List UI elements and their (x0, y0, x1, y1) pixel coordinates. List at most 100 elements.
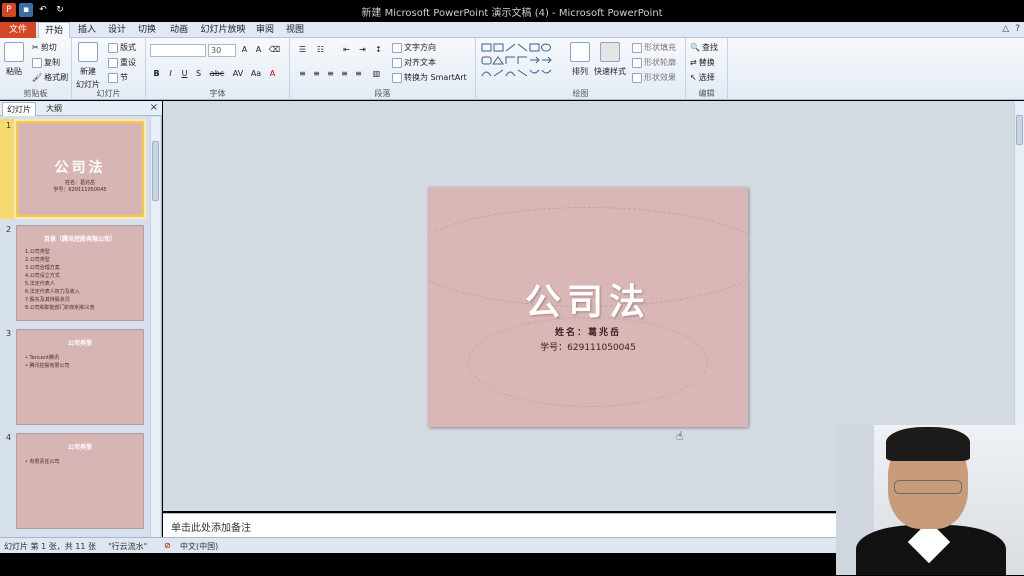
decrease-indent-icon[interactable]: ⇤ (340, 44, 353, 56)
find-button[interactable]: 🔍 查找 (690, 42, 718, 53)
font-size-combo[interactable]: 30 (208, 44, 236, 57)
tab-review[interactable]: 审阅 (252, 22, 278, 38)
clear-format-icon[interactable]: ⌫ (268, 44, 281, 56)
person-glasses (894, 480, 962, 494)
arrange-icon (570, 42, 590, 62)
slide-number: 4 (6, 433, 12, 442)
align-center-icon[interactable]: ≡ (310, 68, 323, 80)
thumb-line: 3.公司治理方案 (25, 265, 60, 271)
tab-design[interactable]: 设计 (104, 22, 130, 38)
slide-author-name[interactable]: 姓名：葛兆岳 (428, 325, 748, 338)
new-slide-button[interactable]: 新建 幻灯片 (76, 42, 100, 90)
group-drawing: 排列 快速样式 形状填充 形状轮廓 形状效果 绘图 (476, 38, 686, 100)
shape-outline-button[interactable]: 形状轮廓 (632, 57, 676, 68)
justify-icon[interactable]: ≡ (338, 68, 351, 80)
underline-button[interactable]: U (178, 68, 191, 80)
group-editing: 🔍 查找 ⇄ 替换 ↖ 选择 编辑 (686, 38, 728, 100)
quick-styles-button[interactable]: 快速样式 (594, 42, 626, 77)
tab-home[interactable]: 开始 (38, 22, 70, 39)
numbering-icon[interactable]: ☷ (314, 44, 327, 56)
align-text-button[interactable]: 对齐文本 (392, 57, 436, 68)
thumb-line: 5.法定代表人 (25, 281, 55, 287)
slide-thumbnail-4[interactable]: 4 公司类型 • 有限责任公司 (0, 431, 150, 531)
copy-button[interactable]: 复制 (32, 57, 60, 68)
bold-button[interactable]: B (150, 68, 163, 80)
paste-button[interactable]: 粘贴 (4, 42, 24, 77)
align-left-icon[interactable]: ≡ (296, 68, 309, 80)
status-bar: 幻灯片 第 1 张，共 11 张 "行云流水" ⊘ 中文(中国) (0, 537, 836, 553)
group-title: 段落 (374, 89, 391, 98)
shadow-button[interactable]: S (192, 68, 205, 80)
tab-outline-pane[interactable]: 大纲 (42, 102, 66, 116)
person-hair (886, 427, 970, 461)
thumb-line: • Tencent腾讯 (25, 355, 59, 361)
replace-button[interactable]: ⇄ 替换 (690, 57, 715, 68)
notes-pane[interactable]: 单击此处添加备注 (163, 513, 836, 537)
tab-insert[interactable]: 插入 (74, 22, 100, 38)
scrollbar-thumb[interactable] (152, 141, 159, 201)
font-name-combo[interactable] (150, 44, 206, 57)
tab-slides-pane[interactable]: 幻灯片 (2, 102, 36, 116)
shape-fill-button[interactable]: 形状填充 (632, 42, 676, 53)
strikethrough-button[interactable]: abc (208, 68, 226, 80)
slides-panel: 幻灯片 大纲 × 1 公司法 姓名：葛兆岳 学号：629111050045 2 … (0, 101, 162, 537)
tab-slideshow[interactable]: 幻灯片放映 (198, 22, 248, 38)
shrink-font-icon[interactable]: A (252, 44, 265, 56)
convert-smartart-button[interactable]: 转换为 SmartArt (392, 72, 467, 83)
align-right-icon[interactable]: ≡ (324, 68, 337, 80)
tab-view[interactable]: 视图 (282, 22, 308, 38)
slide-title[interactable]: 公司法 (428, 273, 748, 325)
help-icon[interactable]: ? (1015, 24, 1020, 34)
cut-button[interactable]: ✂ 剪切 (32, 42, 57, 53)
bullets-icon[interactable]: ☰ (296, 44, 309, 56)
binoculars-icon: 🔍 (690, 43, 700, 52)
columns-icon[interactable]: ▥ (370, 68, 383, 80)
italic-button[interactable]: I (164, 68, 177, 80)
thumb-line: 6.法定代表人权力及收入 (25, 289, 80, 295)
distribute-icon[interactable]: ≡ (352, 68, 365, 80)
reset-button[interactable]: 重设 (108, 57, 136, 68)
format-painter-button[interactable]: 🖌 格式刷 (32, 72, 68, 83)
increase-indent-icon[interactable]: ⇥ (356, 44, 369, 56)
select-icon: ↖ (690, 73, 697, 82)
grow-font-icon[interactable]: A (238, 44, 251, 56)
line-spacing-icon[interactable]: ↕ (372, 44, 385, 56)
shape-effects-button[interactable]: 形状效果 (632, 72, 676, 83)
section-icon (108, 72, 118, 83)
slide-student-id[interactable]: 学号：629111050045 (428, 340, 748, 353)
thumb-line: 8.公司和职能部门的权利和义务 (25, 305, 95, 311)
slide-thumbnail-3[interactable]: 3 公司类型 • Tencent腾讯 • 腾讯控股有限公司 (0, 327, 150, 427)
current-slide[interactable]: 公司法 姓名：葛兆岳 学号：629111050045 (428, 187, 748, 427)
change-case-button[interactable]: Aa (248, 68, 264, 80)
group-clipboard: 粘贴 ✂ 剪切 复制 🖌 格式刷 剪贴板 (0, 38, 72, 100)
font-color-button[interactable]: A (266, 68, 279, 80)
theme-name: "行云流水" (108, 542, 148, 551)
thumb-line: 4.公司设立方式 (25, 273, 60, 279)
shapes-gallery[interactable] (480, 42, 564, 82)
slide-thumbnail-2[interactable]: 2 目录（腾讯控股有限公司） 1.公司类型 2.公司类型 3.公司治理方案 4.… (0, 223, 150, 323)
hand-cursor-icon: ☝ (676, 429, 684, 443)
select-button[interactable]: ↖ 选择 (690, 72, 715, 83)
scrollbar-thumb[interactable] (1016, 115, 1023, 145)
thumb-line: • 有限责任公司 (25, 459, 60, 465)
arrange-button[interactable]: 排列 (570, 42, 590, 77)
close-icon[interactable]: × (150, 102, 158, 113)
slide-number: 3 (6, 329, 12, 338)
text-direction-button[interactable]: 文字方向 (392, 42, 436, 53)
char-spacing-button[interactable]: AV (230, 68, 246, 80)
tab-file[interactable]: 文件 (0, 22, 36, 38)
section-button[interactable]: 节 (108, 72, 128, 83)
layout-button[interactable]: 版式 (108, 42, 136, 53)
ribbon-tabs: 文件 开始 插入 设计 切换 动画 幻灯片放映 审阅 视图 △ ? (0, 22, 1024, 39)
thumb-line: 7.股东及其持股状况 (25, 297, 70, 303)
thumbnail-preview: 公司类型 • Tencent腾讯 • 腾讯控股有限公司 (16, 329, 144, 425)
tab-animations[interactable]: 动画 (166, 22, 192, 38)
minimize-ribbon-icon[interactable]: △ (1002, 24, 1009, 34)
replace-icon: ⇄ (690, 58, 697, 67)
thumbnail-scrollbar[interactable] (150, 117, 160, 537)
slide-thumbnail-1[interactable]: 1 公司法 姓名：葛兆岳 学号：629111050045 (0, 119, 150, 219)
spellcheck-icon[interactable]: ⊘ (164, 541, 171, 550)
tab-transitions[interactable]: 切换 (134, 22, 160, 38)
language-indicator[interactable]: 中文(中国) (180, 541, 218, 552)
thumb-line: 2.公司类型 (25, 257, 50, 263)
